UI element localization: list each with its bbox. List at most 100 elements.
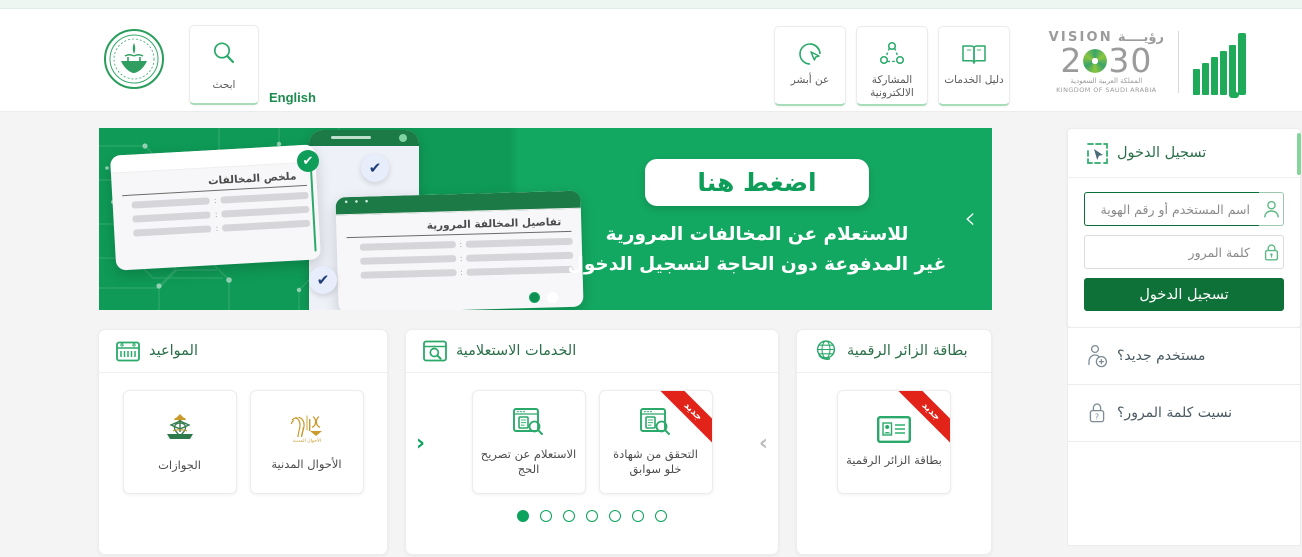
tile-label: الاستعلام عن تصريح الحج (480, 447, 577, 476)
search-icon (210, 39, 238, 67)
tile-passports[interactable]: الجوازات (122, 390, 237, 494)
inquiry-carousel-dots (406, 494, 778, 536)
panel-inquiry-services: الخدمات الاستعلامية › التحقق من شهادة خل… (405, 329, 779, 555)
panel-body: بطاقة الزائر الرقمية جديد (797, 373, 991, 494)
globe-icon (813, 338, 839, 364)
lock-question-icon: ? (1086, 401, 1108, 425)
new-ribbon: جديد (894, 391, 950, 447)
panel-appointments: المواعيد الأحوال المدنية الأحوال المدنية… (98, 329, 388, 555)
network-share-icon (877, 38, 907, 70)
new-user-label: مستخدم جديد؟ (1117, 348, 1206, 364)
tile-label: بطاقة الزائر الرقمية (846, 453, 942, 467)
banner-dot[interactable] (547, 292, 558, 303)
logo-divider (1178, 31, 1179, 93)
panel-body: › التحقق من شهادة خلو سوابق جديد الاستعل… (406, 373, 778, 494)
promo-banner[interactable]: تفاصيل المخالفة المرورية : : : ملخص المخ… (99, 128, 992, 310)
search-button[interactable]: ابحث (189, 25, 259, 105)
carousel-dot[interactable] (609, 510, 621, 522)
banner-copy: اضغط هنا للاستعلام عن المخالفات المرورية… (522, 128, 992, 310)
vision-number-right: 30 (1108, 41, 1153, 80)
vision-subtitle-ar: المملكة العربية السعودية (1070, 77, 1143, 85)
carousel-dot[interactable] (632, 510, 644, 522)
forgot-password-label: نسيت كلمة المرور؟ (1117, 405, 1233, 421)
new-ribbon: جديد (656, 391, 712, 447)
new-user-link[interactable]: مستخدم جديد؟ (1067, 328, 1301, 385)
login-card: تسجيل الدخول اسم المستخدم أو رقم الهوية … (1067, 128, 1301, 328)
nav-card-label: المشاركة الالكترونية (870, 74, 914, 99)
panel-header: الخدمات الاستعلامية (406, 330, 778, 373)
logo-group: VISION رؤيــــة 2 30 المملكة العربية الس… (1049, 29, 1246, 98)
login-panel-filler (1067, 442, 1301, 546)
password-field-row (1084, 235, 1284, 269)
absher-logo[interactable] (1193, 29, 1246, 98)
panel-title: المواعيد (149, 343, 198, 359)
top-accent-strip (0, 0, 1302, 9)
tile-digital-visitor-card[interactable]: بطاقة الزائر الرقمية جديد (837, 390, 951, 494)
panel-body: الأحوال المدنية الأحوال المدنية الجوازات (99, 373, 387, 494)
carousel-dot[interactable] (586, 510, 598, 522)
add-user-icon (1086, 344, 1108, 368)
panel-title: بطاقة الزائر الرقمية (847, 343, 968, 359)
check-badge-green: ✔ (297, 150, 319, 172)
passports-logo (159, 412, 201, 448)
banner-text: للاستعلام عن المخالفات المرورية غير المد… (567, 223, 947, 275)
book-icon (959, 38, 989, 70)
check-badge-blue-bottom: ✔ (309, 266, 337, 294)
banner-carousel-dots (529, 292, 558, 303)
panel-header: بطاقة الزائر الرقمية (797, 330, 991, 373)
username-field-row (1084, 192, 1284, 226)
panel-digital-visitor-card: بطاقة الزائر الرقمية بطاقة الزائر الرقمي… (796, 329, 992, 555)
browser-search-icon (422, 338, 448, 364)
login-title: تسجيل الدخول (1117, 145, 1207, 161)
ministry-of-interior-emblem (104, 29, 164, 89)
carousel-dot[interactable] (655, 510, 667, 522)
ribbon-label: جديد (656, 391, 712, 447)
main-content: تفاصيل المخالفة المرورية : : : ملخص المخ… (0, 113, 1302, 557)
search-label: ابحث (212, 78, 236, 91)
banner-dot[interactable] (529, 292, 540, 303)
banner-next-arrow[interactable]: › (964, 204, 976, 234)
header-accent-bar (1297, 133, 1301, 175)
tile-label: الأحوال المدنية (271, 456, 342, 471)
carousel-prev-arrow[interactable]: ‹ (416, 433, 425, 455)
absher-home-page: VISION رؤيــــة 2 30 المملكة العربية الس… (0, 0, 1302, 557)
carousel-dot[interactable] (540, 510, 552, 522)
tile-civil-affairs[interactable]: الأحوال المدنية الأحوال المدنية (249, 390, 364, 494)
lock-icon (1259, 235, 1284, 269)
violations-summary-card: ملخص المخالفات : : : (109, 144, 322, 271)
vision-2030-logo: VISION رؤيــــة 2 30 المملكة العربية الس… (1049, 30, 1164, 94)
ribbon-label: جديد (895, 391, 950, 447)
user-icon (1259, 192, 1284, 226)
document-search-icon (512, 407, 546, 437)
nav-card-label: عن أبشر (790, 74, 830, 86)
service-panels-row: بطاقة الزائر الرقمية بطاقة الزائر الرقمي… (98, 329, 992, 555)
tile-label: الجوازات (158, 457, 201, 472)
vision-subtitle-en: KINGDOM OF SAUDI ARABIA (1056, 86, 1157, 94)
login-header: تسجيل الدخول (1068, 129, 1301, 178)
civil-affairs-logo: الأحوال المدنية (285, 413, 329, 447)
nav-card-about-absher[interactable]: عن أبشر (774, 26, 846, 106)
tile-label: التحقق من شهادة خلو سوابق (613, 447, 698, 476)
carousel-dot[interactable] (517, 510, 529, 522)
tile-verify-no-criminal-record[interactable]: التحقق من شهادة خلو سوابق جديد (598, 390, 713, 494)
nav-card-services-guide[interactable]: دليل الخدمات (938, 26, 1010, 106)
forgot-password-link[interactable]: نسيت كلمة المرور؟ ? (1067, 385, 1301, 442)
banner-illustration: تفاصيل المخالفة المرورية : : : ملخص المخ… (109, 128, 584, 310)
header-nav-cards: عن أبشر المشاركة الالكترونية دليل الخدما… (774, 26, 1010, 106)
site-header: VISION رؤيــــة 2 30 المملكة العربية الس… (0, 9, 1302, 112)
vision-number-left: 2 (1060, 41, 1083, 80)
username-input[interactable] (1084, 192, 1259, 226)
password-input[interactable] (1084, 235, 1259, 269)
carousel-next-arrow[interactable]: › (759, 433, 768, 455)
banner-cta-button[interactable]: اضغط هنا (645, 158, 869, 206)
language-switch-english[interactable]: English (269, 90, 316, 105)
svg-text:?: ? (1095, 412, 1099, 421)
carousel-dot[interactable] (563, 510, 575, 522)
cursor-circle-icon (795, 38, 825, 70)
nav-card-e-participation[interactable]: المشاركة الالكترونية (856, 26, 928, 106)
tile-hajj-permit-inquiry[interactable]: الاستعلام عن تصريح الحج (471, 390, 586, 494)
login-panel: تسجيل الدخول اسم المستخدم أو رقم الهوية … (1067, 128, 1301, 546)
nav-card-label: دليل الخدمات (944, 74, 1004, 86)
panel-header: المواعيد (99, 330, 387, 373)
login-submit-button[interactable]: تسجيل الدخول (1084, 278, 1284, 311)
